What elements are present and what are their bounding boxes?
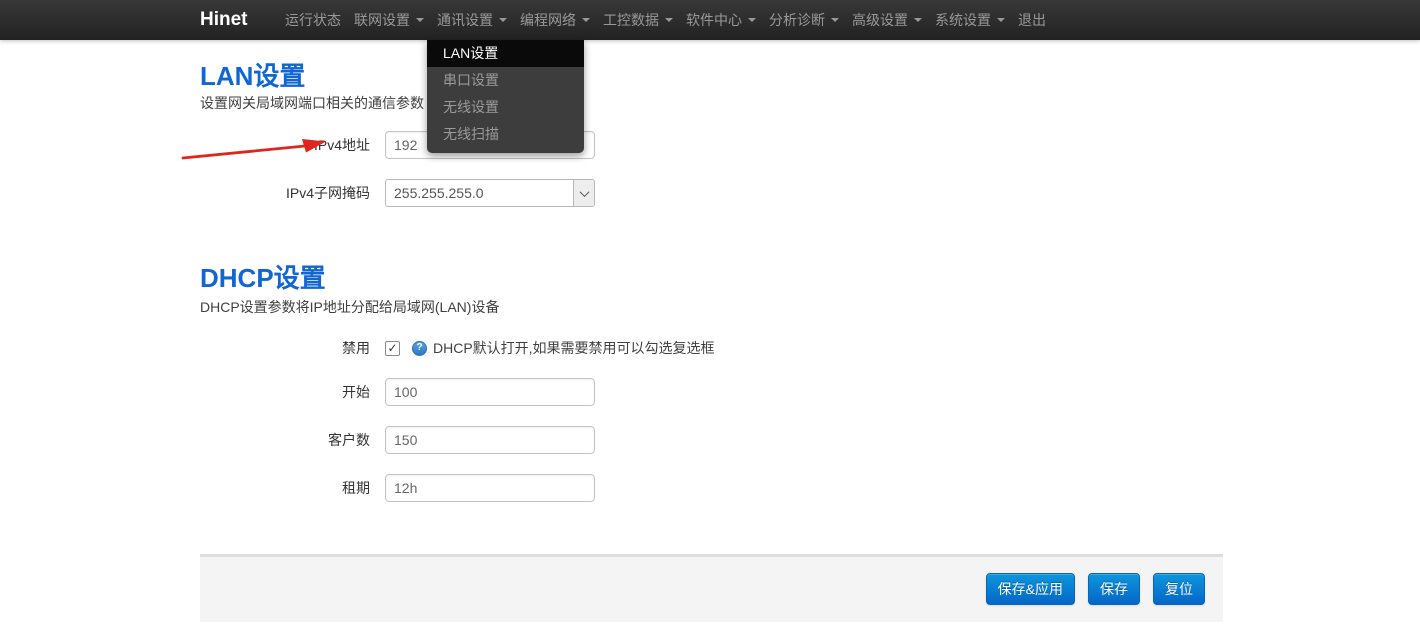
ipv4-netmask-value: 255.255.255.0 — [386, 185, 573, 201]
dhcp-section-subtitle: DHCP设置参数将IP地址分配给局域网(LAN)设备 — [200, 297, 499, 317]
ipv4-address-label: IPv4地址 — [200, 135, 385, 155]
dhcp-leasetime-row: 租期 — [200, 474, 595, 502]
caret-down-icon — [831, 18, 839, 22]
caret-down-icon — [416, 18, 424, 22]
nav-item-comm-settings[interactable]: 通讯设置 — [437, 0, 507, 40]
reset-button[interactable]: 复位 — [1153, 573, 1205, 605]
nav-item-system-settings[interactable]: 系统设置 — [935, 0, 1005, 40]
dhcp-start-input[interactable] — [385, 378, 595, 406]
dhcp-disable-checkbox[interactable]: ✓ — [385, 341, 400, 356]
nav-item-industrial-data[interactable]: 工控数据 — [603, 0, 673, 40]
footer-action-bar: 保存&应用 保存 复位 — [200, 554, 1223, 622]
save-button[interactable]: 保存 — [1088, 573, 1140, 605]
nav-menu: 运行状态 联网设置 通讯设置 编程网络 工控数据 软件中心 分析诊断 高级设置 … — [285, 0, 1046, 40]
select-dropdown-button[interactable] — [573, 180, 594, 206]
caret-down-icon — [582, 18, 590, 22]
lan-section-title: LAN设置 — [200, 56, 305, 93]
nav-item-programming-network[interactable]: 编程网络 — [520, 0, 590, 40]
caret-down-icon — [997, 18, 1005, 22]
ipv4-netmask-label: IPv4子网掩码 — [200, 183, 385, 203]
brand-logo[interactable]: Hinet — [200, 0, 248, 40]
menu-item-wireless-settings[interactable]: 无线设置 — [427, 94, 584, 121]
ipv4-netmask-row: IPv4子网掩码 255.255.255.0 — [200, 179, 595, 207]
nav-item-advanced-settings[interactable]: 高级设置 — [852, 0, 922, 40]
dhcp-leasetime-label: 租期 — [200, 478, 385, 498]
dhcp-limit-label: 客户数 — [200, 430, 385, 450]
menu-item-wireless-scan[interactable]: 无线扫描 — [427, 121, 584, 148]
help-icon: ? — [412, 341, 427, 356]
dhcp-start-label: 开始 — [200, 382, 385, 402]
dhcp-section-title: DHCP设置 — [200, 258, 326, 295]
dhcp-disable-row: 禁用 ✓ ? DHCP默认打开,如果需要禁用可以勾选复选框 — [200, 334, 715, 362]
lan-section-subtitle: 设置网关局域网端口相关的通信参数 — [200, 93, 424, 113]
dhcp-limit-input[interactable] — [385, 426, 595, 454]
ipv4-netmask-select[interactable]: 255.255.255.0 — [385, 179, 595, 207]
chevron-down-icon — [579, 187, 589, 197]
nav-item-software-center[interactable]: 软件中心 — [686, 0, 756, 40]
menu-item-lan-settings[interactable]: LAN设置 — [427, 40, 584, 67]
dhcp-disable-label: 禁用 — [200, 338, 385, 358]
nav-item-diagnostics[interactable]: 分析诊断 — [769, 0, 839, 40]
caret-down-icon — [914, 18, 922, 22]
nav-item-logout[interactable]: 退出 — [1018, 0, 1046, 40]
comm-settings-dropdown-menu: LAN设置 串口设置 无线设置 无线扫描 — [427, 40, 584, 153]
nav-item-network-settings[interactable]: 联网设置 — [354, 0, 424, 40]
dhcp-help-text: DHCP默认打开,如果需要禁用可以勾选复选框 — [433, 338, 715, 358]
caret-down-icon — [499, 18, 507, 22]
dhcp-limit-row: 客户数 — [200, 426, 595, 454]
save-apply-button[interactable]: 保存&应用 — [986, 573, 1075, 605]
caret-down-icon — [748, 18, 756, 22]
dhcp-leasetime-input[interactable] — [385, 474, 595, 502]
dhcp-start-row: 开始 — [200, 378, 595, 406]
top-navbar: Hinet 运行状态 联网设置 通讯设置 编程网络 工控数据 软件中心 分析诊断… — [0, 0, 1420, 40]
nav-item-status[interactable]: 运行状态 — [285, 0, 341, 40]
checkmark-icon: ✓ — [387, 342, 397, 354]
menu-item-serial-settings[interactable]: 串口设置 — [427, 67, 584, 94]
caret-down-icon — [665, 18, 673, 22]
